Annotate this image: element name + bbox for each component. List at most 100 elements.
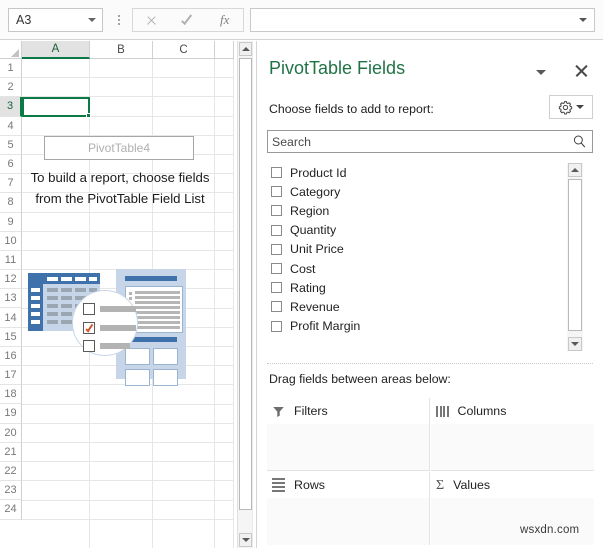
field-list-item[interactable]: Revenue — [267, 297, 593, 316]
drag-fields-label: Drag fields between areas below: — [269, 372, 451, 386]
excel-window: A3 fx A B C 1 2 3 4 5 6 7 8 9 10 11 12 13 14 15 16 17 18 1… — [0, 0, 603, 548]
column-header-a[interactable]: A — [22, 41, 90, 59]
formula-action-group: fx — [132, 8, 244, 32]
column-header-partial[interactable] — [215, 41, 234, 59]
watermark: wsxdn.com — [520, 524, 580, 536]
checkbox-icon[interactable] — [271, 224, 282, 236]
field-list-item[interactable]: Profit Margin — [267, 317, 593, 336]
chevron-down-icon[interactable] — [572, 18, 594, 22]
formula-input[interactable] — [250, 8, 595, 32]
column-header-row: A B C — [22, 41, 234, 59]
field-list-item[interactable]: Product Id — [267, 163, 593, 182]
field-list-tools-button[interactable] — [549, 95, 593, 119]
chevron-down-icon[interactable] — [82, 9, 102, 31]
field-list-item[interactable]: Unit Price — [267, 240, 593, 259]
spreadsheet-grid[interactable]: A B C 1 2 3 4 5 6 7 8 9 10 11 12 13 14 15 16 17 18 19 20 21 2… — [0, 41, 256, 548]
search-input-value: Search — [272, 134, 311, 149]
row-header-3[interactable]: 3 — [0, 97, 22, 117]
field-label: Unit Price — [290, 242, 344, 257]
field-list-scrollbar[interactable] — [567, 163, 583, 351]
checkbox-icon[interactable] — [271, 282, 282, 294]
row-header-17[interactable]: 17 — [0, 366, 22, 386]
row-header-13[interactable]: 13 — [0, 289, 22, 309]
field-checkbox-list[interactable]: Product Id Category Region Quantity Unit Pri… — [267, 163, 593, 345]
sheet-vertical-scrollbar[interactable] — [237, 41, 252, 548]
row-header-19[interactable]: 19 — [0, 404, 22, 424]
grid-row[interactable] — [22, 251, 234, 271]
row-header-1[interactable]: 1 — [0, 59, 22, 79]
active-cell-a3[interactable] — [22, 97, 91, 118]
grid-row[interactable] — [22, 59, 234, 79]
area-filters[interactable]: Filters — [267, 398, 430, 471]
row-header-23[interactable]: 23 — [0, 481, 22, 501]
pivottable-name-label: PivotTable4 — [44, 136, 194, 160]
search-icon[interactable] — [566, 134, 592, 149]
row-header-21[interactable]: 21 — [0, 442, 22, 462]
row-header-8[interactable]: 8 — [0, 193, 22, 213]
field-list-item[interactable]: Category — [267, 182, 593, 201]
grid-row[interactable] — [22, 405, 234, 424]
row-header-7[interactable]: 7 — [0, 174, 22, 194]
confirm-formula-button[interactable] — [170, 9, 207, 31]
row-header-9[interactable]: 9 — [0, 212, 22, 232]
row-header-6[interactable]: 6 — [0, 154, 22, 175]
more-options-icon[interactable] — [112, 9, 126, 31]
pivottable-empty-message: To build a report, choose fields from th… — [30, 170, 210, 206]
row-header-20[interactable]: 20 — [0, 423, 22, 443]
triangle-up-icon[interactable] — [239, 42, 252, 56]
triangle-up-icon[interactable] — [568, 163, 582, 177]
insert-function-button[interactable]: fx — [206, 9, 243, 31]
grid-row[interactable] — [22, 385, 234, 405]
checkbox-icon[interactable] — [271, 320, 282, 332]
grid-row[interactable] — [22, 481, 234, 501]
checkbox-icon[interactable] — [271, 205, 282, 217]
name-box-value: A3 — [16, 13, 32, 27]
field-list-item[interactable]: Cost — [267, 259, 593, 278]
chevron-down-icon[interactable] — [532, 65, 550, 79]
row-header-11[interactable]: 11 — [0, 250, 22, 271]
row-header-5[interactable]: 5 — [0, 135, 22, 155]
grid-row[interactable] — [22, 117, 234, 136]
grid-row[interactable] — [22, 78, 234, 98]
row-header-12[interactable]: 12 — [0, 270, 22, 290]
grid-row[interactable] — [22, 501, 234, 520]
row-header-24[interactable]: 24 — [0, 500, 22, 520]
row-header-10[interactable]: 10 — [0, 231, 22, 251]
column-header-b[interactable]: B — [90, 41, 153, 59]
checkbox-icon[interactable] — [271, 186, 282, 198]
field-list-item[interactable]: Rating — [267, 278, 593, 297]
field-label: Revenue — [290, 299, 340, 314]
row-header-4[interactable]: 4 — [0, 116, 22, 136]
row-header-18[interactable]: 18 — [0, 385, 22, 405]
row-header-14[interactable]: 14 — [0, 308, 22, 328]
grid-row[interactable] — [22, 213, 234, 232]
cancel-formula-button[interactable] — [133, 9, 170, 31]
column-header-c[interactable]: C — [153, 41, 215, 59]
checkbox-icon[interactable] — [271, 167, 282, 179]
panel-title: PivotTable Fields — [269, 58, 406, 78]
field-list-scrollbar-thumb[interactable] — [568, 179, 582, 331]
scrollbar-thumb[interactable] — [239, 58, 252, 510]
grid-row[interactable] — [22, 232, 234, 251]
triangle-down-icon[interactable] — [239, 533, 252, 547]
select-all-corner[interactable] — [0, 41, 22, 59]
row-header-2[interactable]: 2 — [0, 78, 22, 98]
grid-row[interactable] — [22, 424, 234, 443]
checkbox-icon[interactable] — [271, 263, 282, 275]
row-header-15[interactable]: 15 — [0, 327, 22, 347]
field-list-item[interactable]: Region — [267, 201, 593, 220]
field-list-item[interactable]: Quantity — [267, 221, 593, 240]
checkbox-icon[interactable] — [271, 243, 282, 255]
area-rows[interactable]: Rows — [267, 472, 430, 545]
area-columns[interactable]: Columns — [431, 398, 594, 471]
search-input[interactable]: Search — [267, 130, 593, 153]
grid-row[interactable] — [22, 462, 234, 482]
name-box[interactable]: A3 — [8, 8, 103, 32]
row-header-16[interactable]: 16 — [0, 346, 22, 366]
close-icon[interactable] — [572, 61, 592, 81]
row-header-22[interactable]: 22 — [0, 461, 22, 482]
grid-row[interactable] — [22, 443, 234, 463]
checkbox-icon[interactable] — [271, 301, 282, 313]
rows-icon — [272, 478, 285, 492]
triangle-down-icon[interactable] — [568, 337, 582, 351]
